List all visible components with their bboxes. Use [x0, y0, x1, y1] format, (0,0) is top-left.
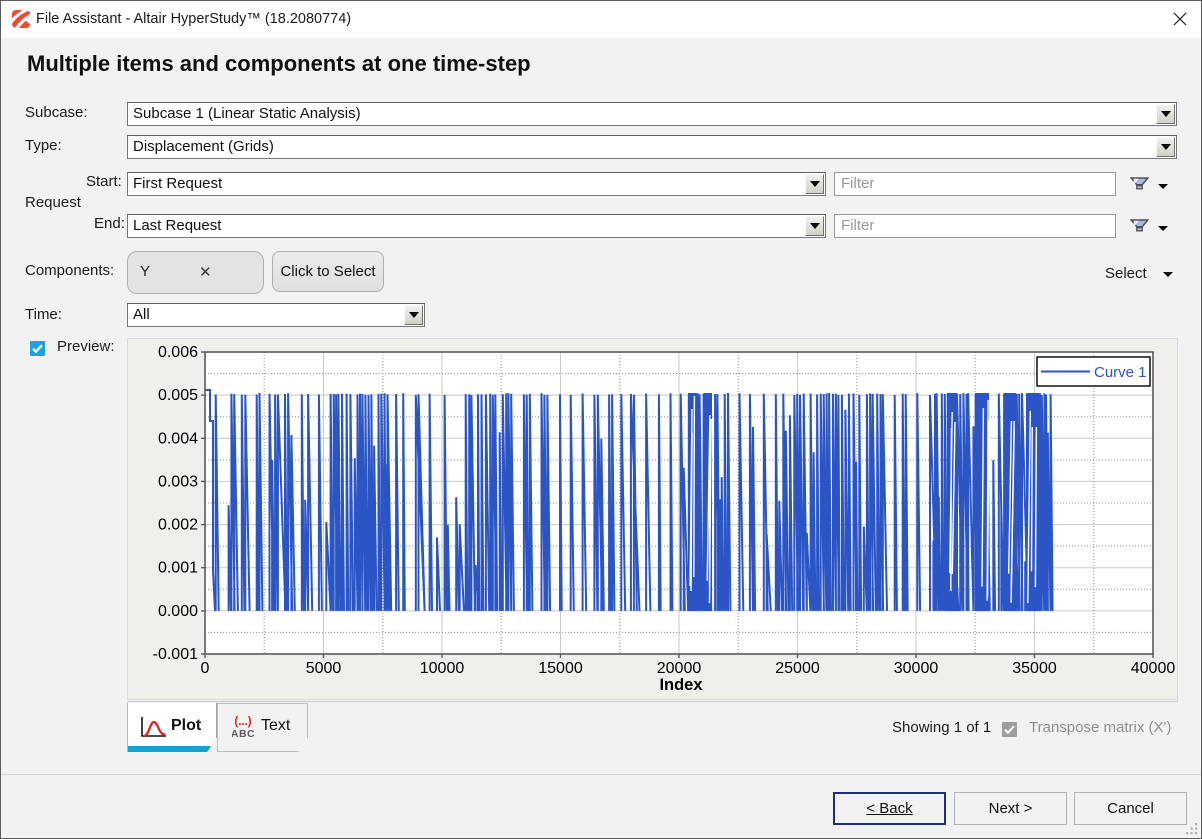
svg-text:0.004: 0.004	[158, 430, 198, 447]
svg-text:20000: 20000	[657, 660, 702, 677]
svg-text:0.002: 0.002	[158, 517, 198, 534]
svg-text:Index: Index	[659, 676, 703, 694]
svg-text:10000: 10000	[420, 660, 465, 677]
svg-text:35000: 35000	[1012, 660, 1057, 677]
svg-text:ABC: ABC	[232, 728, 255, 740]
svg-text:-0.001: -0.001	[153, 646, 198, 663]
svg-text:0: 0	[201, 660, 210, 677]
svg-text:25000: 25000	[775, 660, 820, 677]
svg-text:0.003: 0.003	[158, 473, 198, 490]
svg-text:0.000: 0.000	[158, 603, 198, 620]
svg-text:0.005: 0.005	[158, 387, 198, 404]
svg-text:(...): (...)	[234, 716, 251, 728]
svg-text:30000: 30000	[894, 660, 939, 677]
svg-text:0.006: 0.006	[158, 344, 198, 361]
svg-text:15000: 15000	[538, 660, 583, 677]
svg-text:5000: 5000	[306, 660, 342, 677]
svg-text:40000: 40000	[1131, 660, 1176, 677]
svg-text:Curve 1: Curve 1	[1094, 364, 1147, 381]
svg-text:0.001: 0.001	[158, 560, 198, 577]
